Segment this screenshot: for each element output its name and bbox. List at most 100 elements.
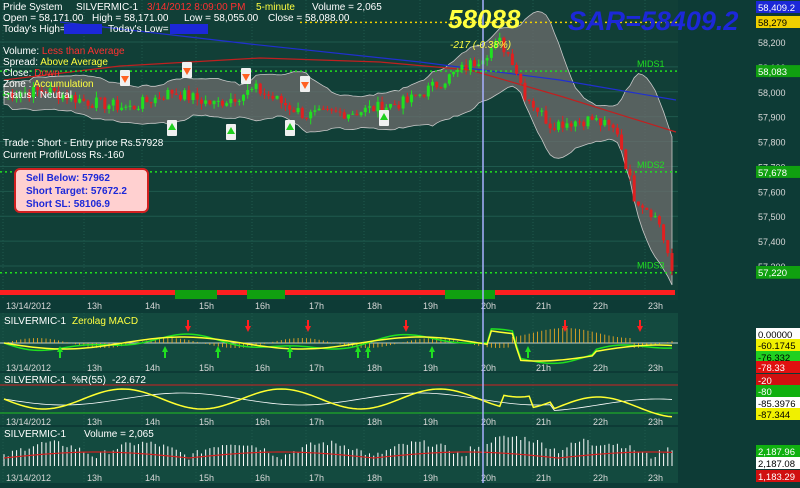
time-tick-label: 14h	[145, 363, 160, 373]
trend-strip-segment	[175, 290, 217, 295]
candle-body	[464, 64, 468, 71]
change-text: -217 (-0.38%)	[450, 40, 511, 51]
level-label: MIDS1	[637, 59, 665, 69]
candle-body	[456, 69, 460, 72]
arrow-stem	[307, 320, 309, 326]
candle-body	[599, 118, 603, 126]
candle-body	[99, 97, 103, 99]
candle-body	[368, 106, 372, 108]
candle-body	[515, 64, 519, 74]
arrow-stem	[187, 320, 189, 326]
candle-body	[460, 64, 464, 70]
trend-strip-segment	[285, 290, 305, 295]
status-line: Spread: Above Average	[3, 57, 108, 68]
time-tick-label: 14h	[145, 301, 160, 311]
candle-body	[632, 175, 636, 202]
candle-body	[229, 98, 233, 104]
time-tick-label: 18h	[367, 301, 382, 311]
todays-high-value-box	[64, 24, 102, 34]
time-tick-label: 16h	[255, 417, 270, 427]
status-line: Status : Neutral	[3, 90, 72, 101]
candle-body	[103, 97, 107, 109]
trade-line-1: Trade : Short - Entry price Rs.57928	[3, 138, 164, 149]
trend-strip-segment	[217, 290, 247, 295]
volume-tag-text: 1,183.29	[758, 472, 795, 483]
candle-body	[153, 97, 157, 104]
todays-low-value-box	[170, 24, 208, 34]
candle-body	[452, 71, 456, 75]
candle-body	[439, 87, 443, 89]
candle-body	[334, 110, 338, 112]
candle-body	[557, 121, 561, 130]
wr-tag-text: -80	[758, 387, 772, 398]
time-tick-label: 23h	[648, 473, 663, 483]
candle-body	[410, 94, 414, 103]
candle-body	[237, 100, 241, 102]
candle-body	[573, 121, 577, 127]
candle-body	[145, 97, 149, 103]
time-tick-label: 18h	[367, 417, 382, 427]
candle-body	[536, 107, 540, 112]
candle-body	[473, 60, 477, 67]
candle-body	[149, 102, 153, 104]
wr-tag-text: -87.344	[758, 410, 790, 421]
macd-tag-text: -78.33	[758, 363, 785, 374]
candle-body	[120, 107, 124, 110]
candle-body	[657, 216, 661, 225]
datetime: 3/14/2012 8:09:00 PM	[147, 2, 245, 13]
candle-body	[359, 112, 363, 116]
arrow-stem	[289, 352, 291, 358]
time-tick-label: 22h	[593, 301, 608, 311]
status-line: Close: Down	[3, 68, 60, 79]
trend-strip-segment	[0, 290, 175, 295]
time-tick-label: 14h	[145, 417, 160, 427]
svg-text:SILVERMIC-1: SILVERMIC-1	[4, 316, 66, 327]
candle-body	[603, 120, 607, 126]
time-tick-label: 21h	[536, 363, 551, 373]
arrow-stem	[564, 320, 566, 326]
candle-body	[485, 57, 489, 61]
candle-body	[590, 116, 594, 120]
trend-strip-segment	[175, 295, 217, 299]
candle-body	[624, 149, 628, 170]
candle-body	[586, 116, 590, 127]
candle-body	[649, 209, 653, 218]
low-text: Low = 58,055.00	[184, 13, 259, 24]
candle-body	[132, 105, 136, 110]
candle-body	[376, 101, 380, 112]
time-tick-label: 22h	[593, 473, 608, 483]
time-tick-label: 17h	[309, 473, 324, 483]
candle-body	[325, 108, 329, 110]
candle-body	[393, 103, 397, 105]
candle-body	[422, 94, 426, 97]
candle-body	[397, 104, 401, 109]
candle-body	[468, 60, 472, 71]
svg-text:SILVERMIC-1: SILVERMIC-1	[4, 429, 66, 440]
candle-body	[195, 93, 199, 100]
time-tick-label: 15h	[199, 363, 214, 373]
big-price: 58088	[448, 4, 521, 34]
candle-body	[86, 100, 90, 106]
time-tick-label: 13h	[87, 301, 102, 311]
time-tick-label: 17h	[309, 417, 324, 427]
candle-body	[565, 123, 569, 128]
volume-tag-text: 2,187.08	[758, 459, 795, 470]
time-tick-label: 13/14/2012	[6, 473, 51, 483]
trend-strip-segment	[247, 295, 285, 299]
arrow-stem	[639, 320, 641, 326]
time-tick-label: 13/14/2012	[6, 417, 51, 427]
candle-body	[309, 111, 313, 119]
candle-body	[531, 101, 535, 108]
candle-body	[510, 53, 514, 65]
candle-body	[111, 99, 115, 106]
candle-body	[90, 105, 94, 108]
svg-text:%R(55): %R(55)	[72, 375, 106, 386]
price-tick-label: 57,600	[758, 187, 786, 197]
time-tick-label: 13h	[87, 473, 102, 483]
candle-body	[645, 207, 649, 210]
candle-body	[506, 52, 510, 54]
candle-body	[157, 97, 161, 99]
svg-text:SILVERMIC-1: SILVERMIC-1	[4, 375, 66, 386]
candle-body	[283, 102, 287, 106]
candle-body	[141, 97, 145, 109]
